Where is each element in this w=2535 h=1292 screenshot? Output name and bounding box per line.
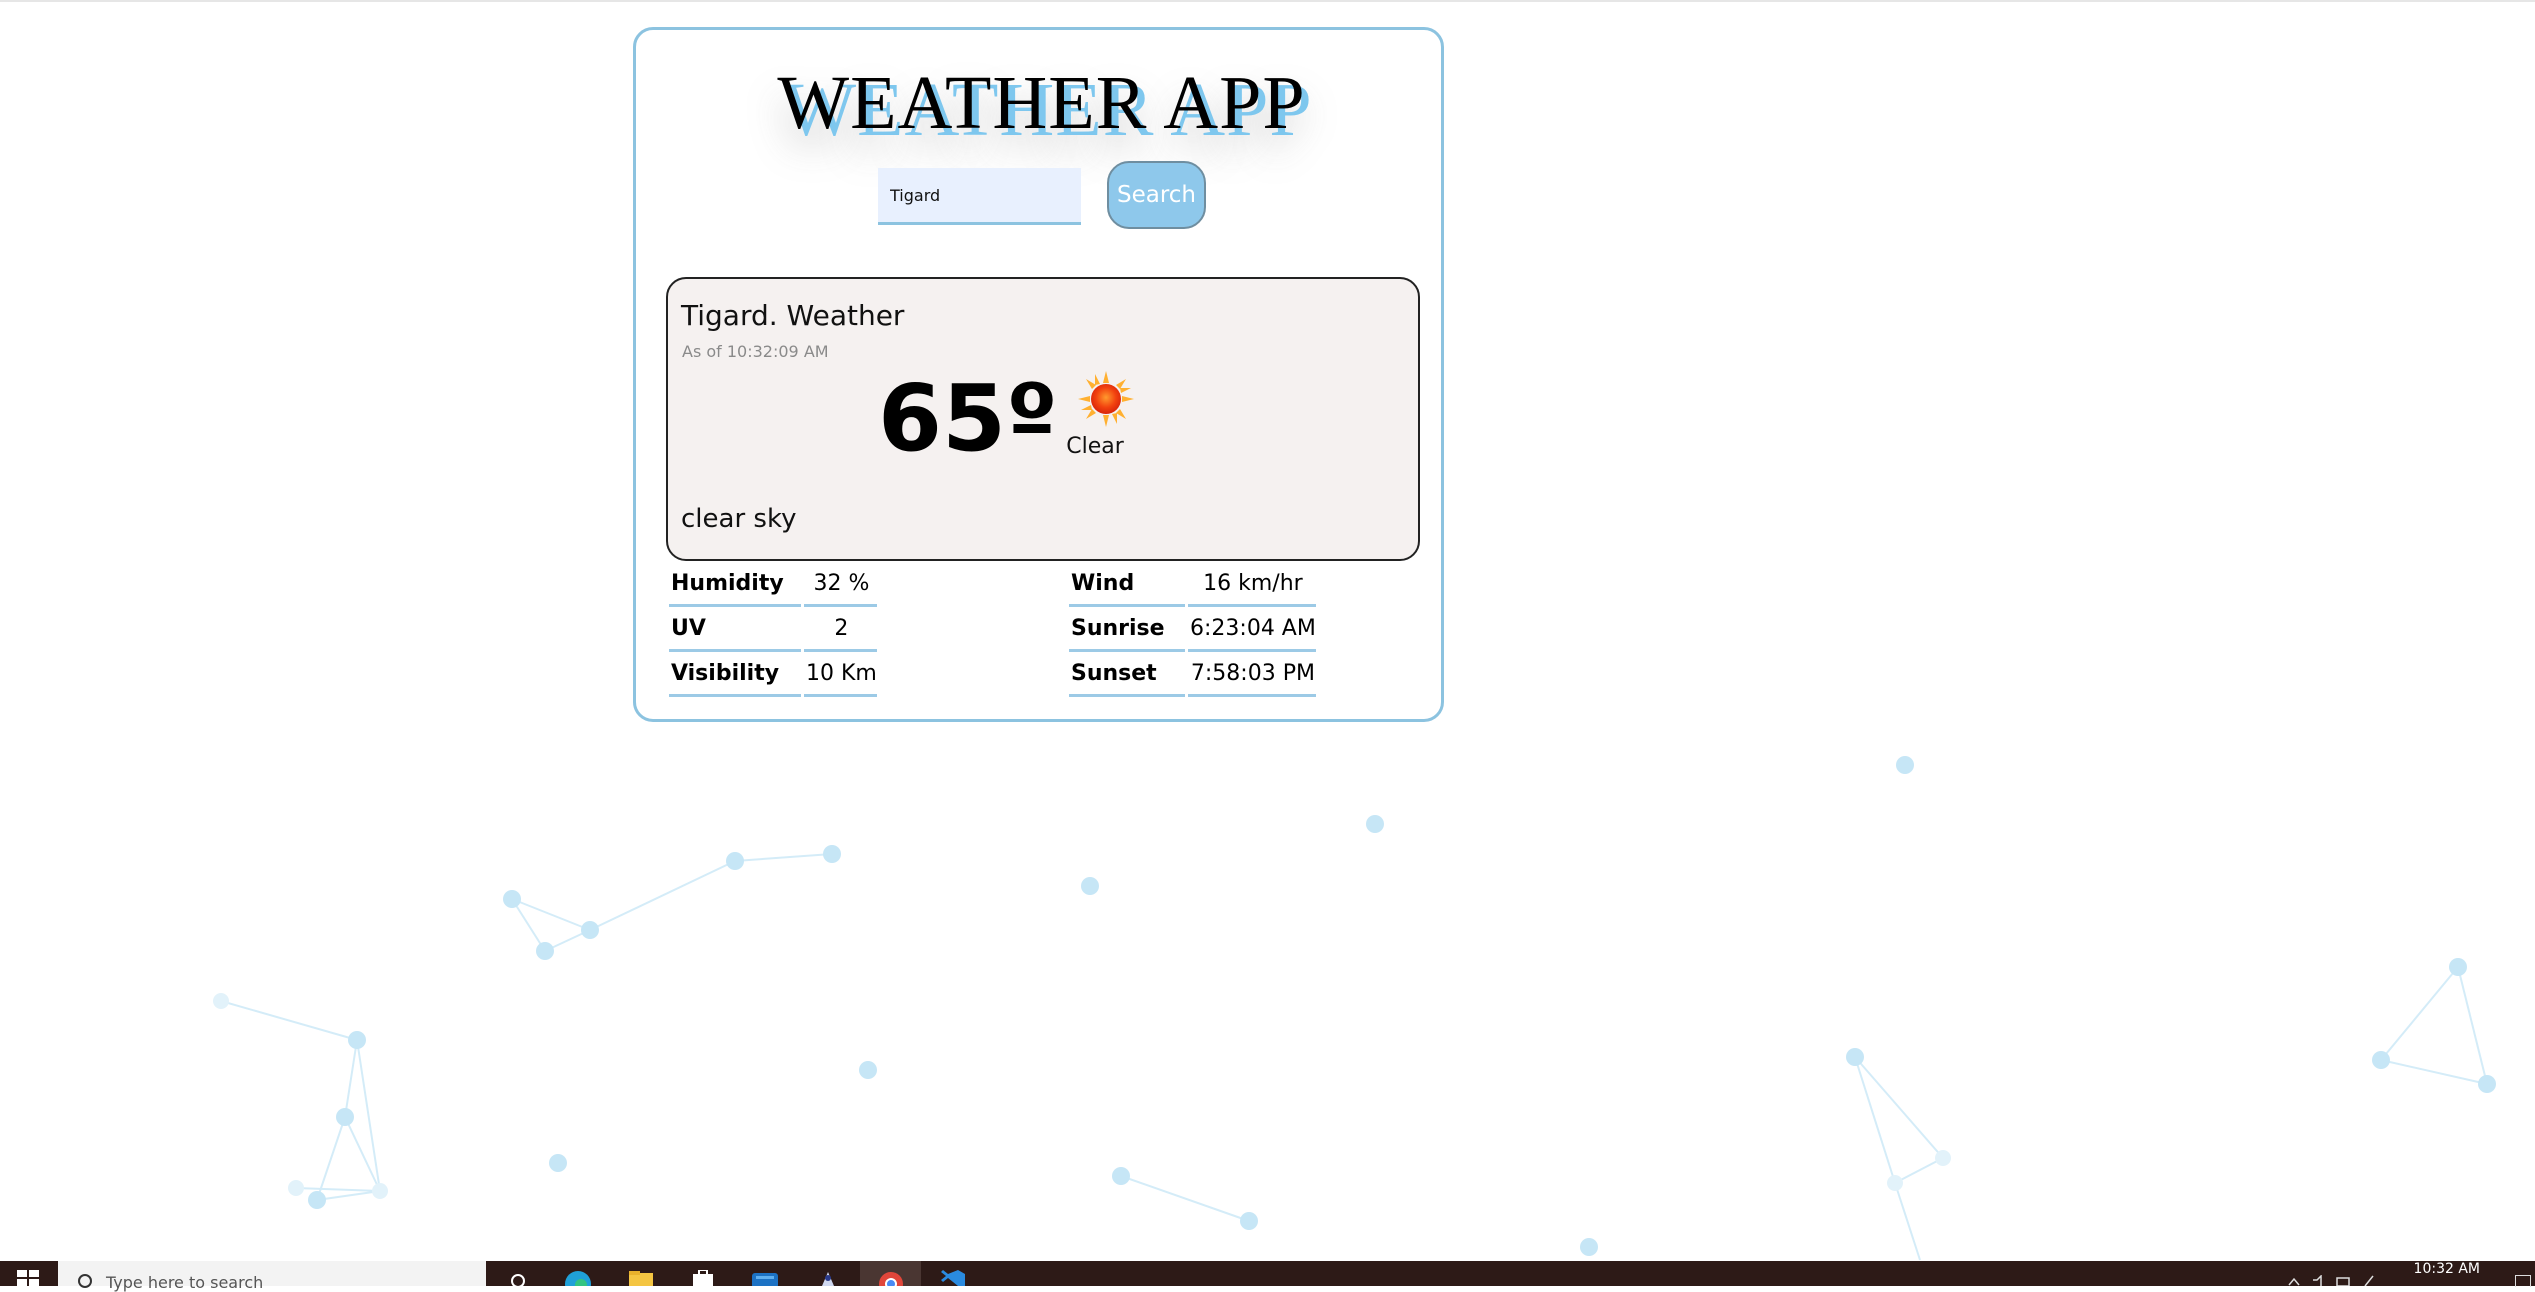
search-icon[interactable]	[503, 1270, 533, 1286]
humidity-label: Humidity	[669, 562, 801, 607]
city-weather-heading: Tigard. Weather	[681, 299, 905, 332]
stat-row-wind: Wind 16 km/hr	[1069, 562, 1316, 607]
as-of-timestamp: As of 10:32:09 AM	[682, 342, 829, 361]
chrome-icon[interactable]	[876, 1270, 906, 1286]
windows-logo-icon	[17, 1270, 39, 1286]
taskbar-clock[interactable]: 10:32 AM	[2414, 1261, 2480, 1277]
start-button[interactable]	[0, 1261, 58, 1286]
app-title: WEATHER APP	[777, 61, 1306, 145]
sunrise-label: Sunrise	[1069, 607, 1185, 652]
wind-value: 16 km/hr	[1188, 562, 1316, 607]
stats-table-left: Humidity 32 % UV 2 Visibility 10 Km	[666, 562, 880, 697]
search-button[interactable]: Search	[1107, 161, 1206, 229]
uv-label: UV	[669, 607, 801, 652]
stat-row-humidity: Humidity 32 %	[669, 562, 877, 607]
current-weather-panel: Tigard. Weather As of 10:32:09 AM 65º Cl…	[666, 277, 1420, 561]
visibility-value: 10 Km	[804, 652, 877, 697]
notification-icon[interactable]	[2515, 1275, 2531, 1287]
humidity-value: 32 %	[804, 562, 877, 607]
stat-row-sunrise: Sunrise 6:23:04 AM	[1069, 607, 1316, 652]
sunset-label: Sunset	[1069, 652, 1185, 697]
stat-row-uv: UV 2	[669, 607, 877, 652]
temperature-value: 65º	[878, 365, 1058, 472]
store-icon[interactable]	[688, 1270, 718, 1286]
taskbar-search-box[interactable]: Type here to search	[58, 1261, 486, 1292]
wind-label: Wind	[1069, 562, 1185, 607]
condition-label: Clear	[1066, 434, 1124, 459]
app-icon[interactable]	[813, 1270, 843, 1286]
file-explorer-icon[interactable]	[626, 1270, 656, 1286]
taskbar-search-placeholder: Type here to search	[106, 1273, 264, 1292]
mail-icon[interactable]	[750, 1270, 780, 1286]
weather-app-card: WEATHER APP Search Tigard. Weather As of…	[633, 27, 1444, 722]
edge-icon[interactable]	[563, 1270, 593, 1286]
windows-taskbar: Type here to search 10:32 AM	[0, 1261, 2535, 1292]
sun-icon	[1078, 371, 1134, 427]
visibility-label: Visibility	[669, 652, 801, 697]
city-search-input[interactable]	[878, 168, 1081, 225]
system-tray-icons[interactable]	[2285, 1275, 2395, 1286]
stat-row-visibility: Visibility 10 Km	[669, 652, 877, 697]
weather-description: clear sky	[681, 504, 797, 534]
uv-value: 2	[804, 607, 877, 652]
stats-table-right: Wind 16 km/hr Sunrise 6:23:04 AM Sunset …	[1066, 562, 1319, 697]
vscode-icon[interactable]	[938, 1270, 968, 1286]
sunrise-value: 6:23:04 AM	[1188, 607, 1316, 652]
stat-row-sunset: Sunset 7:58:03 PM	[1069, 652, 1316, 697]
sunset-value: 7:58:03 PM	[1188, 652, 1316, 697]
